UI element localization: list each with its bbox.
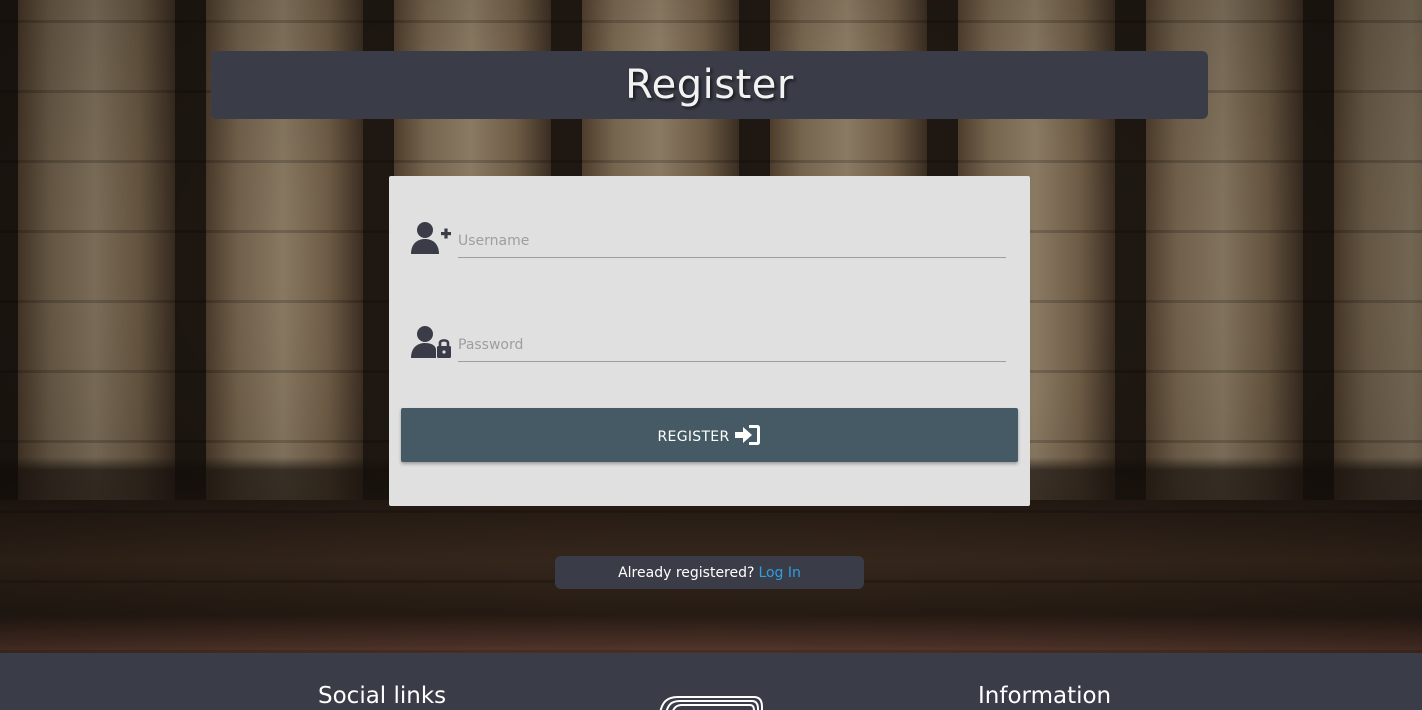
page-header: Register xyxy=(211,51,1208,119)
stacked-books-logo xyxy=(656,689,766,710)
password-input[interactable] xyxy=(458,328,1006,362)
user-lock-icon xyxy=(411,324,453,358)
password-field-row xyxy=(411,316,1007,366)
already-registered-bar: Already registered? Log In xyxy=(555,556,864,589)
page-footer: Social links Information xyxy=(0,653,1422,710)
register-button[interactable]: REGISTER xyxy=(401,408,1018,462)
register-button-label: REGISTER xyxy=(657,428,730,445)
user-plus-icon xyxy=(411,220,453,254)
login-link[interactable]: Log In xyxy=(758,565,800,581)
page-title: Register xyxy=(625,62,794,108)
social-links-heading: Social links xyxy=(318,683,447,709)
information-heading: Information xyxy=(978,683,1112,709)
sign-in-icon xyxy=(735,424,761,446)
username-field-row xyxy=(411,212,1007,262)
username-input[interactable] xyxy=(458,224,1006,258)
already-registered-text: Already registered? xyxy=(618,564,755,581)
